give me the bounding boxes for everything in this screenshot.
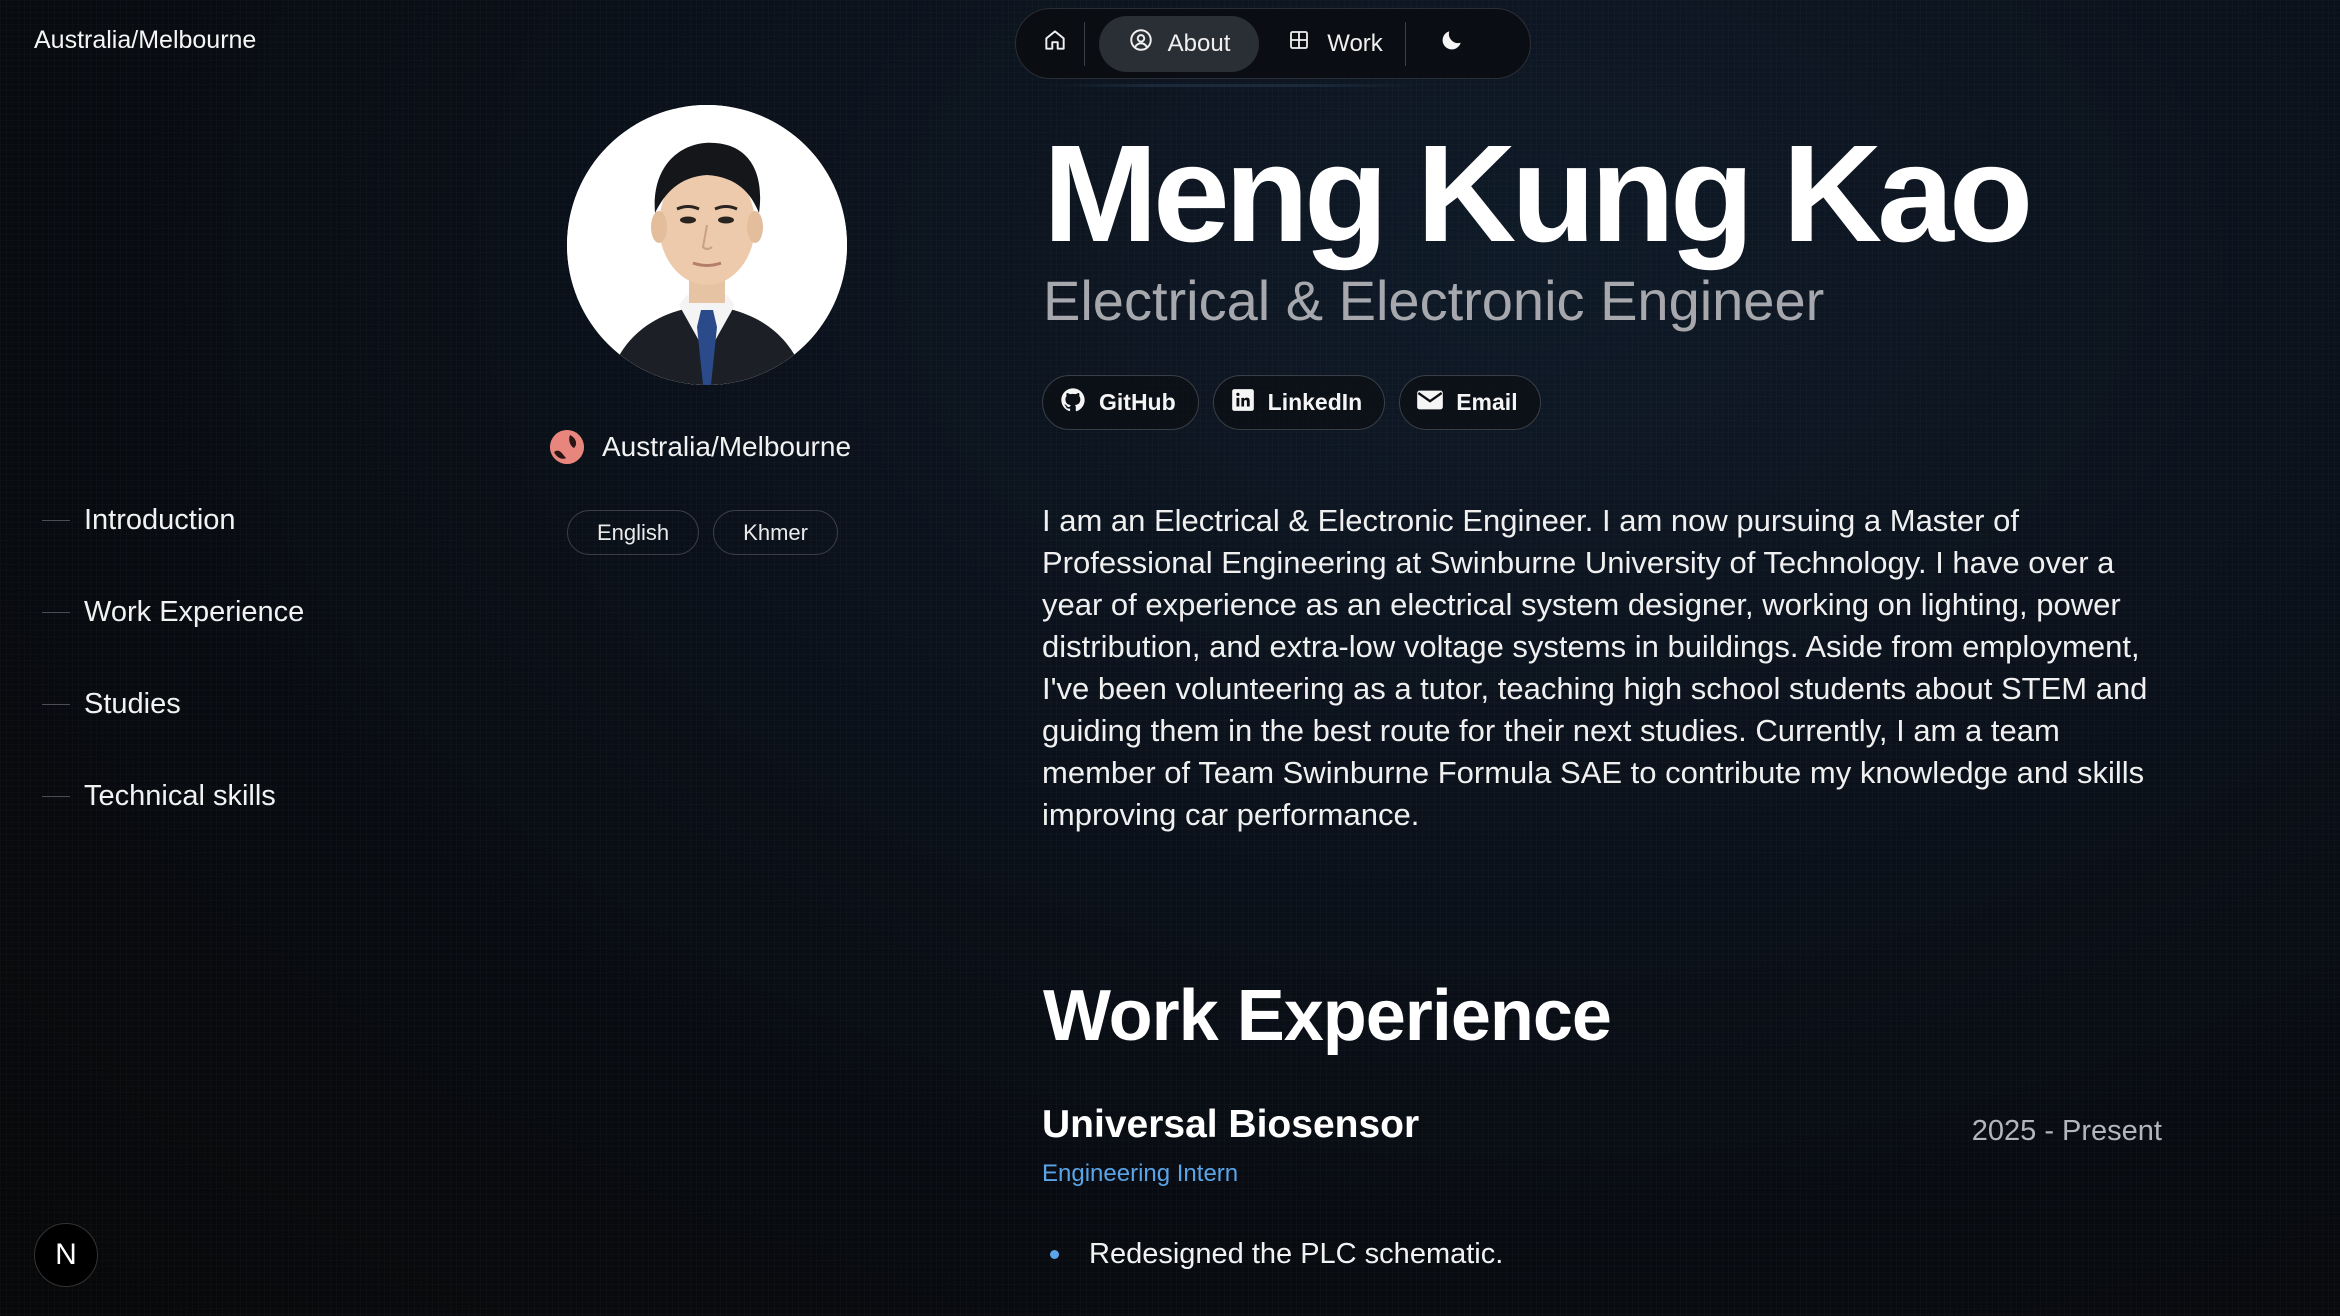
header-location: Australia/Melbourne (34, 26, 257, 54)
job-period: 2025 - Present (1971, 1115, 2162, 1147)
github-icon (1059, 386, 1087, 420)
person-circle-icon (1128, 27, 1154, 60)
toc-dash (42, 611, 70, 613)
linkedin-icon (1230, 387, 1256, 419)
email-button[interactable]: Email (1399, 375, 1541, 430)
table-of-contents: Introduction Work Experience Studies Tec… (42, 500, 304, 868)
toc-item-introduction[interactable]: Introduction (42, 500, 304, 540)
job-role: Engineering Intern (1042, 1160, 1239, 1187)
nav-divider (1084, 21, 1085, 66)
nextjs-dev-badge[interactable]: N (34, 1223, 98, 1287)
theme-toggle-button[interactable] (1416, 16, 1488, 72)
toc-item-label: Studies (84, 687, 181, 720)
github-button[interactable]: GitHub (1042, 375, 1199, 430)
job-bullet: Redesigned the PLC schematic. (1050, 1238, 1503, 1271)
home-icon (1042, 27, 1068, 60)
profile-location-label: Australia/Melbourne (602, 431, 852, 462)
language-tag: Khmer (713, 510, 838, 555)
toc-item-label: Technical skills (84, 779, 276, 812)
social-links: GitHub LinkedIn Email (1042, 375, 1541, 430)
nav-glow (1050, 84, 1420, 87)
globe-icon (550, 430, 584, 464)
bullet-dot (1050, 1250, 1059, 1259)
linkedin-label: LinkedIn (1267, 389, 1363, 415)
subtitle-role: Electrical & Electronic Engineer (1043, 269, 1825, 332)
main-nav: About Work (1015, 8, 1531, 79)
introduction-paragraph: I am an Electrical & Electronic Engineer… (1042, 503, 2148, 832)
toc-dash (42, 703, 70, 705)
linkedin-button[interactable]: LinkedIn (1212, 375, 1386, 430)
job-company: Universal Biosensor (1042, 1103, 1420, 1146)
toc-item-work-experience[interactable]: Work Experience (42, 592, 304, 632)
page-title: Meng Kung Kao (1043, 117, 2033, 271)
toc-dash (42, 795, 70, 797)
nav-home-button[interactable] (1026, 16, 1084, 72)
profile-location: Australia/Melbourne (550, 430, 851, 464)
email-label: Email (1456, 389, 1518, 415)
nav-about-label: About (1167, 29, 1231, 57)
language-tags: English Khmer (567, 510, 838, 555)
toc-dash (42, 519, 70, 521)
nav-work-label: Work (1327, 29, 1383, 57)
github-label: GitHub (1099, 389, 1176, 415)
avatar (567, 105, 847, 385)
nav-divider (1405, 21, 1406, 66)
nextjs-logo-icon: N (55, 1238, 77, 1271)
mail-icon (1416, 388, 1444, 418)
toc-item-label: Work Experience (84, 595, 305, 628)
grid-icon (1287, 28, 1311, 59)
toc-item-studies[interactable]: Studies (42, 684, 304, 724)
moon-icon (1439, 27, 1465, 60)
toc-item-label: Introduction (84, 503, 236, 536)
nav-about-button[interactable]: About (1099, 15, 1259, 72)
language-tag: English (567, 510, 700, 555)
toc-item-technical-skills[interactable]: Technical skills (42, 776, 304, 816)
job-bullet-text: Redesigned the PLC schematic. (1089, 1238, 1504, 1270)
work-experience-heading: Work Experience (1043, 976, 1612, 1056)
nav-work-button[interactable]: Work (1265, 16, 1405, 72)
